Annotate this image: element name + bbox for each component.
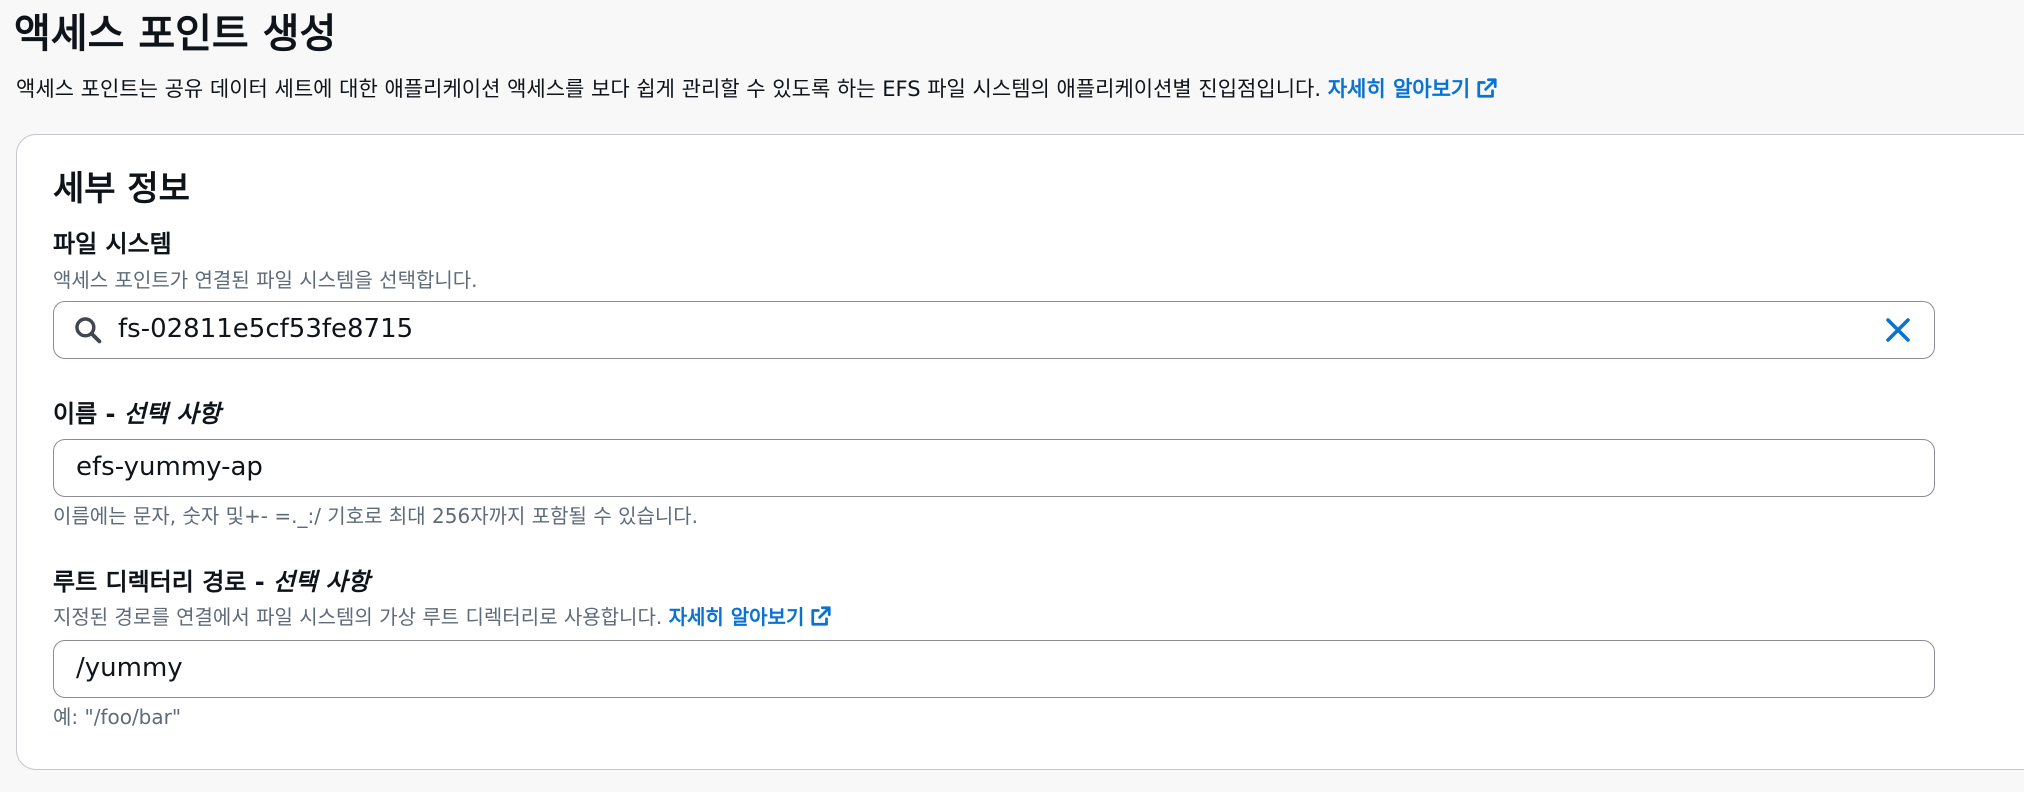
root-path-example: 예: "/foo/bar" (53, 705, 182, 729)
root-path-value: /yummy (76, 653, 183, 683)
close-icon[interactable] (1882, 314, 1914, 346)
file-system-label: 파일 시스템 (53, 230, 172, 258)
root-path-learn-more-label: 자세히 알아보기 (668, 605, 805, 629)
root-path-hint-text: 지정된 경로를 연결에서 파일 시스템의 가상 루트 디렉터리로 사용합니다. (53, 605, 663, 629)
root-path-learn-more-link[interactable]: 자세히 알아보기 (669, 605, 833, 629)
name-input[interactable]: efs-yummy-ap (53, 439, 1935, 497)
name-value: efs-yummy-ap (76, 452, 263, 482)
external-link-icon (1477, 78, 1497, 98)
create-access-point-page: 액세스 포인트 생성 액세스 포인트는 공유 데이터 세트에 대한 애플리케이션… (0, 0, 2024, 792)
root-path-optional-text: 선택 사항 (273, 568, 370, 596)
name-label-text: 이름 - (53, 400, 124, 428)
learn-more-label: 자세히 알아보기 (1327, 77, 1471, 101)
page-description: 액세스 포인트는 공유 데이터 세트에 대한 애플리케이션 액세스를 보다 쉽게… (16, 72, 1498, 106)
section-title: 세부 정보 (53, 169, 190, 209)
name-optional-text: 선택 사항 (123, 400, 221, 428)
learn-more-link[interactable]: 자세히 알아보기 (1328, 77, 1499, 101)
details-card: 세부 정보 파일 시스템 액세스 포인트가 연결된 파일 시스템을 선택합니다.… (16, 134, 2024, 770)
root-path-input[interactable]: /yummy (53, 640, 1935, 698)
external-link-icon (811, 606, 831, 626)
page-title: 액세스 포인트 생성 (14, 11, 337, 57)
name-label: 이름 - 선택 사항 (53, 397, 221, 431)
file-system-hint: 액세스 포인트가 연결된 파일 시스템을 선택합니다. (53, 268, 478, 292)
search-icon (75, 317, 102, 344)
file-system-value: fs-02811e5cf53fe8715 (118, 314, 414, 344)
page-description-text: 액세스 포인트는 공유 데이터 세트에 대한 애플리케이션 액세스를 보다 쉽게… (16, 77, 1322, 101)
root-path-label-text: 루트 디렉터리 경로 - (53, 568, 274, 596)
file-system-search-input[interactable]: fs-02811e5cf53fe8715 (53, 301, 1935, 359)
name-constraint-hint: 이름에는 문자, 숫자 및+- =._:/ 기호로 최대 256자까지 포함될 … (53, 504, 699, 528)
root-path-label: 루트 디렉터리 경로 - 선택 사항 (53, 565, 370, 599)
root-path-hint: 지정된 경로를 연결에서 파일 시스템의 가상 루트 디렉터리로 사용합니다. … (53, 602, 832, 632)
